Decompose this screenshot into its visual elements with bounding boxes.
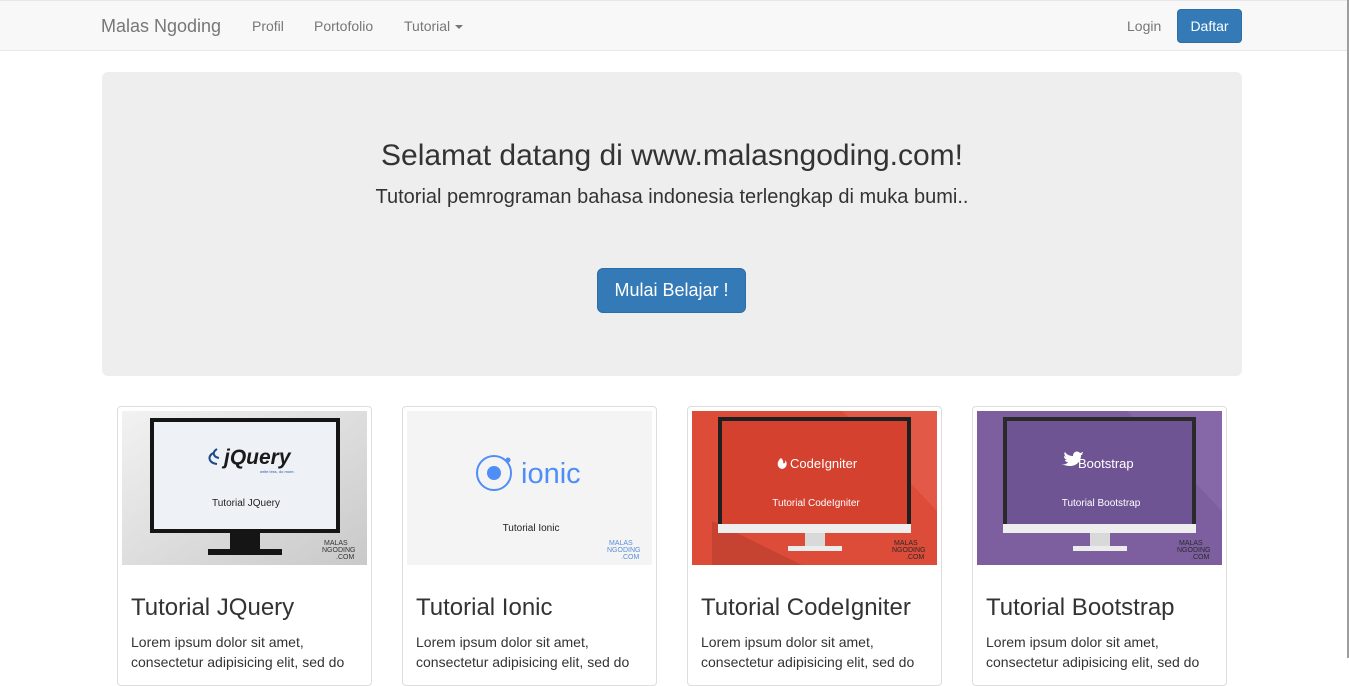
jumbotron-title: Selamat datang di www.malasngoding.com! [381, 139, 963, 172]
jumbotron: Selamat datang di www.malasngoding.com! … [102, 72, 1242, 376]
nav-profil[interactable]: Profil [252, 18, 284, 34]
nav-tutorial-dropdown[interactable]: Tutorial [404, 18, 464, 34]
ionic-logo-text: ionic [521, 458, 581, 490]
card-title: Tutorial Ionic [416, 594, 553, 621]
bootstrap-logo-text: Bootstrap [1078, 456, 1134, 471]
caret-down-icon [455, 25, 464, 30]
thumb-caption: Tutorial CodeIgniter [772, 498, 860, 509]
nav-portofolio[interactable]: Portofolio [314, 18, 373, 34]
jquery-tagline: write less, do more. [260, 469, 295, 474]
nav-tutorial-label: Tutorial [404, 18, 451, 34]
card-bootstrap: Bootstrap Tutorial Bootstrap MALAS NGODIN… [972, 406, 1227, 686]
card-codeigniter: CodeIgniter Tutorial CodeIgniter MALAS NG… [687, 406, 942, 686]
card-title: Tutorial Bootstrap [986, 594, 1175, 621]
card-title: Tutorial CodeIgniter [701, 594, 911, 621]
navbar: Malas Ngoding Profil Portofolio Tutorial… [0, 0, 1349, 51]
card-thumbnail[interactable]: jQuery write less, do more. Tutorial JQu… [122, 411, 367, 565]
card-text: Lorem ipsum dolor sit amet, consectetur … [986, 634, 1200, 670]
card-jquery: jQuery write less, do more. Tutorial JQu… [117, 406, 372, 686]
mulai-belajar-button[interactable]: Mulai Belajar ! [597, 268, 746, 313]
thumb-caption: Tutorial Ionic [503, 523, 560, 534]
thumb-caption: Tutorial JQuery [212, 498, 280, 509]
daftar-button[interactable]: Daftar [1177, 9, 1242, 43]
brand-link[interactable]: Malas Ngoding [101, 16, 221, 37]
thumb-caption: Tutorial Bootstrap [1062, 498, 1141, 509]
card-thumbnail[interactable]: CodeIgniter Tutorial CodeIgniter MALAS NG… [692, 411, 937, 565]
card-text: Lorem ipsum dolor sit amet, consectetur … [416, 634, 630, 670]
card-thumbnail[interactable]: ionic Tutorial Ionic MALAS NGODING .COM [407, 411, 652, 565]
login-link[interactable]: Login [1127, 18, 1161, 34]
card-ionic: ionic Tutorial Ionic MALAS NGODING .COM Tu… [402, 406, 657, 686]
card-title: Tutorial JQuery [131, 594, 295, 621]
card-text: Lorem ipsum dolor sit amet, consectetur … [131, 634, 345, 670]
card-text: Lorem ipsum dolor sit amet, consectetur … [701, 634, 915, 670]
jquery-logo-text: jQuery [221, 446, 292, 469]
card-thumbnail[interactable]: Bootstrap Tutorial Bootstrap MALAS NGODIN… [977, 411, 1222, 565]
jumbotron-subtitle: Tutorial pemrograman bahasa indonesia te… [375, 186, 969, 208]
codeigniter-logo-text: CodeIgniter [790, 456, 858, 471]
